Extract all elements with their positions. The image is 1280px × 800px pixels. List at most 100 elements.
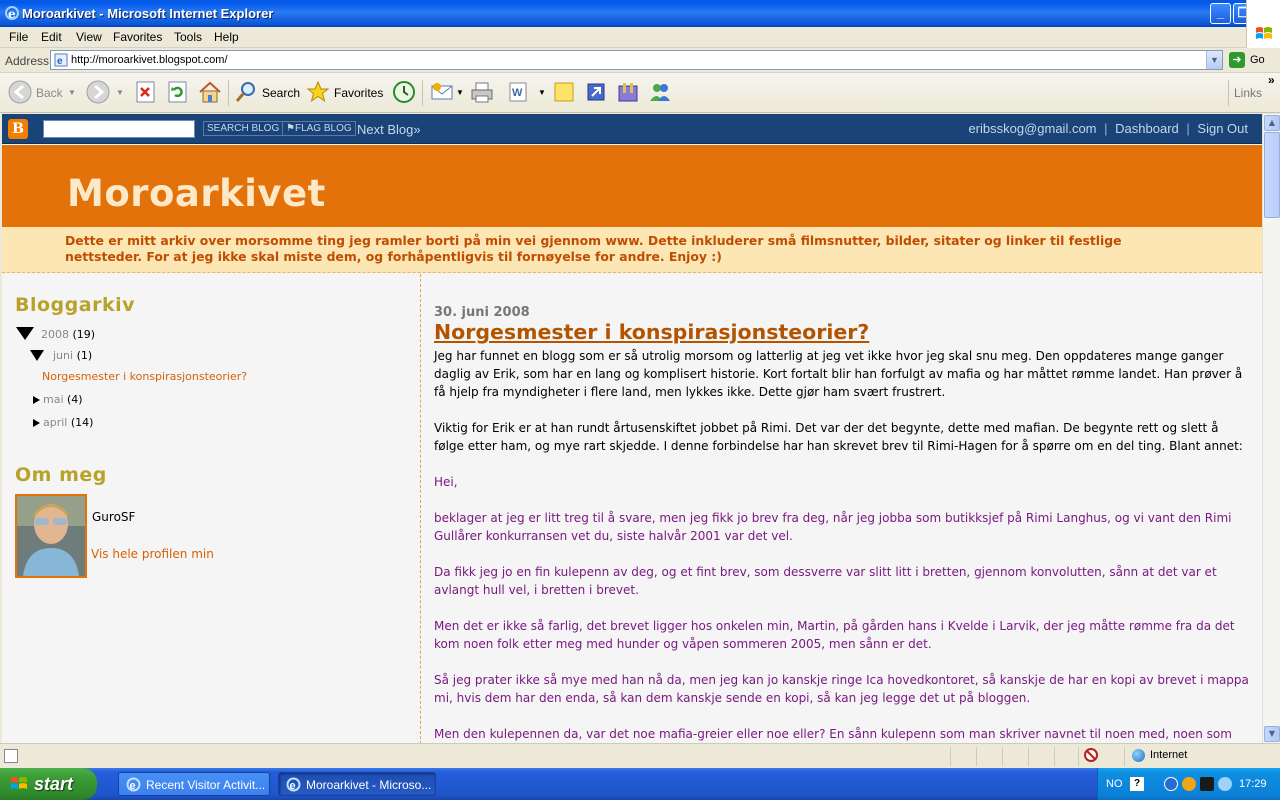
forward-dropdown-icon[interactable]: ▼ — [116, 88, 124, 97]
archive-month-link[interactable]: juni — [53, 349, 73, 362]
contacts-button[interactable] — [648, 80, 672, 106]
minimize-button[interactable]: _ — [1210, 3, 1231, 24]
blog-post: 30. juni 2008 Norgesmester i konspirasjo… — [434, 274, 1254, 743]
archive-year: 2008 (19) — [41, 328, 95, 341]
go-arrow-icon: ➜ — [1229, 52, 1245, 68]
history-icon — [393, 81, 415, 103]
expand-year-icon[interactable] — [16, 327, 34, 340]
internet-explorer-icon: e — [286, 777, 301, 792]
status-cell — [1124, 747, 1125, 766]
expand-month-icon[interactable] — [30, 350, 44, 361]
window-title: Moroarkivet - Microsoft Internet Explore… — [22, 6, 274, 21]
navbar-separator: | — [1104, 121, 1108, 136]
internet-explorer-icon: e — [126, 777, 141, 792]
address-label: Address — [5, 54, 50, 68]
blog-title[interactable]: Moroarkivet — [67, 172, 326, 215]
taskbar-item-moroarkivet[interactable]: e Moroarkivet - Microso... — [278, 772, 436, 796]
blogger-logo-icon[interactable]: B — [8, 119, 28, 139]
collapsed-month-icon[interactable] — [33, 419, 40, 427]
flag-blog-button[interactable]: ⚑FLAG BLOG — [282, 121, 356, 136]
status-bar: Internet — [0, 743, 1280, 768]
language-indicator[interactable]: NO — [1106, 778, 1123, 790]
post-paragraph: Viktig for Erik er at han rundt årtusens… — [434, 421, 1243, 453]
toolbar-more-chevron-icon[interactable]: » — [1268, 73, 1275, 87]
taskbar-item-recent-visitor[interactable]: e Recent Visitor Activit... — [118, 772, 270, 796]
start-button[interactable]: start — [0, 768, 97, 800]
back-arrow-icon — [8, 80, 32, 104]
clock: 17:29 — [1239, 778, 1267, 790]
print-icon — [471, 82, 493, 103]
next-blog-link[interactable]: Next Blog» — [357, 122, 421, 137]
archive-month-link[interactable]: mai — [43, 393, 64, 406]
edit-button[interactable]: W ▼ — [506, 80, 546, 106]
search-blog-button[interactable]: SEARCH BLOG — [203, 121, 284, 136]
sign-out-link[interactable]: Sign Out — [1197, 121, 1248, 136]
page-viewport: B SEARCH BLOG ⚑FLAG BLOG Next Blog» erib… — [2, 114, 1262, 743]
mail-dropdown-icon[interactable]: ▼ — [456, 88, 464, 97]
home-button[interactable] — [198, 80, 222, 106]
address-dropdown-button[interactable]: ▼ — [1206, 51, 1222, 69]
profile-photo[interactable] — [15, 494, 87, 578]
archive-heading: Bloggarkiv — [15, 294, 135, 316]
network-tray-icon[interactable] — [1182, 777, 1196, 791]
go-label: Go — [1250, 54, 1265, 66]
menu-help[interactable]: Help — [214, 30, 239, 44]
page-icon: e — [54, 53, 68, 67]
scroll-up-arrow-icon[interactable]: ▲ — [1264, 115, 1280, 131]
window-title-bar[interactable]: e Moroarkivet - Microsoft Internet Explo… — [0, 0, 1280, 27]
history-button[interactable] — [392, 80, 416, 106]
blog-header: Moroarkivet — [2, 145, 1262, 227]
address-input[interactable]: e http://moroarkivet.blogspot.com/ ▼ — [50, 50, 1223, 70]
menu-view[interactable]: View — [76, 30, 102, 44]
archive-year-link[interactable]: 2008 — [41, 328, 69, 341]
tools-button[interactable] — [616, 80, 640, 106]
post-quote-line: beklager at jeg er litt treg til å svare… — [434, 511, 1232, 543]
antivirus-tray-icon[interactable] — [1200, 777, 1214, 791]
back-dropdown-icon[interactable]: ▼ — [68, 88, 76, 97]
archive-month-april: april (14) — [43, 416, 93, 429]
menu-edit[interactable]: Edit — [41, 30, 62, 44]
favorites-button[interactable]: Favorites — [306, 80, 384, 106]
go-button[interactable]: ➜ Go — [1229, 52, 1275, 70]
forward-arrow-icon — [86, 80, 110, 104]
mail-button[interactable]: ▼ — [430, 80, 464, 106]
page-status-icon — [4, 749, 18, 763]
post-title[interactable]: Norgesmester i konspirasjonsteorier? — [434, 320, 869, 344]
links-toolbar[interactable]: Links — [1234, 86, 1262, 100]
archive-month-count: (1) — [76, 349, 93, 362]
archive-month-juni: juni (1) — [53, 349, 92, 362]
edit-dropdown-icon[interactable]: ▼ — [538, 88, 546, 97]
print-button[interactable] — [470, 80, 494, 106]
menu-file[interactable]: File — [9, 30, 28, 44]
forward-button[interactable]: ▼ — [86, 80, 126, 106]
refresh-button[interactable] — [166, 80, 190, 106]
back-tray-icon[interactable] — [1164, 777, 1178, 791]
messenger-button[interactable] — [584, 80, 608, 106]
archive-month-link[interactable]: april — [43, 416, 67, 429]
dashboard-link[interactable]: Dashboard — [1115, 121, 1179, 136]
search-button[interactable]: Search — [234, 80, 300, 106]
contacts-icon — [650, 84, 670, 101]
archive-post-link[interactable]: Norgesmester i konspirasjonsteorier? — [42, 370, 247, 383]
popup-blocked-icon[interactable] — [1084, 748, 1098, 762]
volume-tray-icon[interactable] — [1218, 777, 1232, 791]
post-quote-line: Hei, — [434, 475, 458, 489]
stop-button[interactable] — [134, 80, 158, 106]
scroll-thumb[interactable] — [1264, 132, 1280, 218]
menu-favorites[interactable]: Favorites — [113, 30, 162, 44]
help-tray-icon[interactable]: ? — [1130, 777, 1144, 791]
discuss-button[interactable] — [552, 80, 576, 106]
scroll-down-arrow-icon[interactable]: ▼ — [1264, 726, 1280, 742]
view-profile-link[interactable]: Vis hele profilen min — [91, 547, 214, 561]
search-label: Search — [262, 86, 301, 100]
status-cell — [950, 747, 951, 766]
refresh-icon — [168, 81, 187, 103]
back-button[interactable]: Back ▼ — [8, 80, 78, 106]
blog-search-input[interactable] — [43, 120, 195, 138]
menu-tools[interactable]: Tools — [174, 30, 202, 44]
post-quote-line: Men den kulepennen da, var det noe mafia… — [434, 727, 1232, 741]
collapsed-month-icon[interactable] — [33, 396, 40, 404]
favorites-star-icon — [306, 80, 330, 103]
vertical-scrollbar[interactable]: ▲ ▼ — [1262, 114, 1280, 743]
menu-bar: File Edit View Favorites Tools Help — [0, 27, 1280, 48]
